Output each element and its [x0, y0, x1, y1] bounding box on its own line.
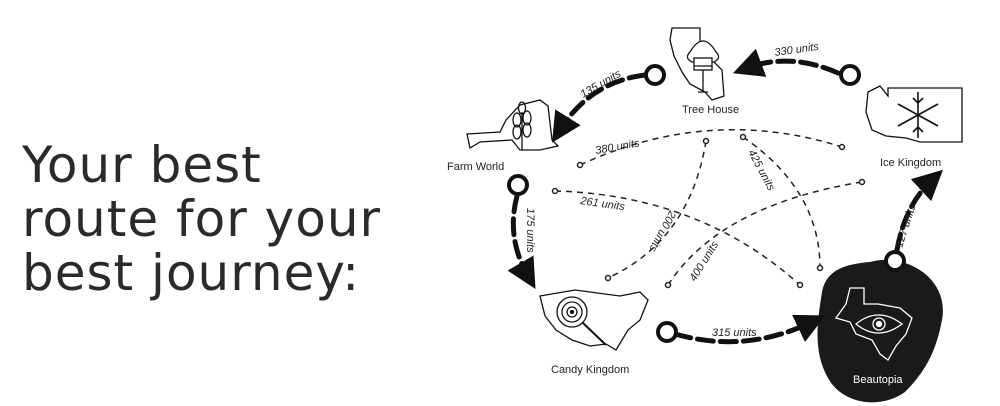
ice-kingdom-icon [865, 85, 963, 143]
dist-beautopia-ice: 127 units [893, 202, 918, 249]
dist-alt-farm-ice: 380 units [594, 137, 641, 157]
tree-house-label: Tree House [682, 104, 739, 116]
dist-farm-candy: 175 units [524, 208, 536, 253]
candy-kingdom-icon [539, 289, 649, 351]
route-infographic: Your best route for your best journey: T… [0, 0, 1000, 406]
farm-world-icon [466, 99, 560, 151]
dist-ice-tree: 330 units [774, 41, 820, 59]
route-arrow-ice-to-tree [732, 48, 841, 77]
dist-alt-tree-beautopia: 425 units [745, 148, 777, 193]
farm-world-label: Farm World [447, 161, 504, 173]
dist-candy-beautopia: 315 units [712, 327, 757, 339]
route-diagram: Tree House Farm World Ice Kingdom Candy … [447, 27, 963, 403]
dist-alt-farm-beautopia: 261 units [579, 195, 626, 213]
dist-alt-tree-candy: 200 units [646, 208, 678, 254]
dist-alt-candy-ice: 400 units [687, 239, 721, 284]
candy-kingdom-label: Candy Kingdom [551, 364, 629, 376]
beautopia-label: Beautopia [853, 374, 903, 386]
tree-house-icon [669, 27, 725, 101]
ice-kingdom-label: Ice Kingdom [880, 157, 941, 169]
